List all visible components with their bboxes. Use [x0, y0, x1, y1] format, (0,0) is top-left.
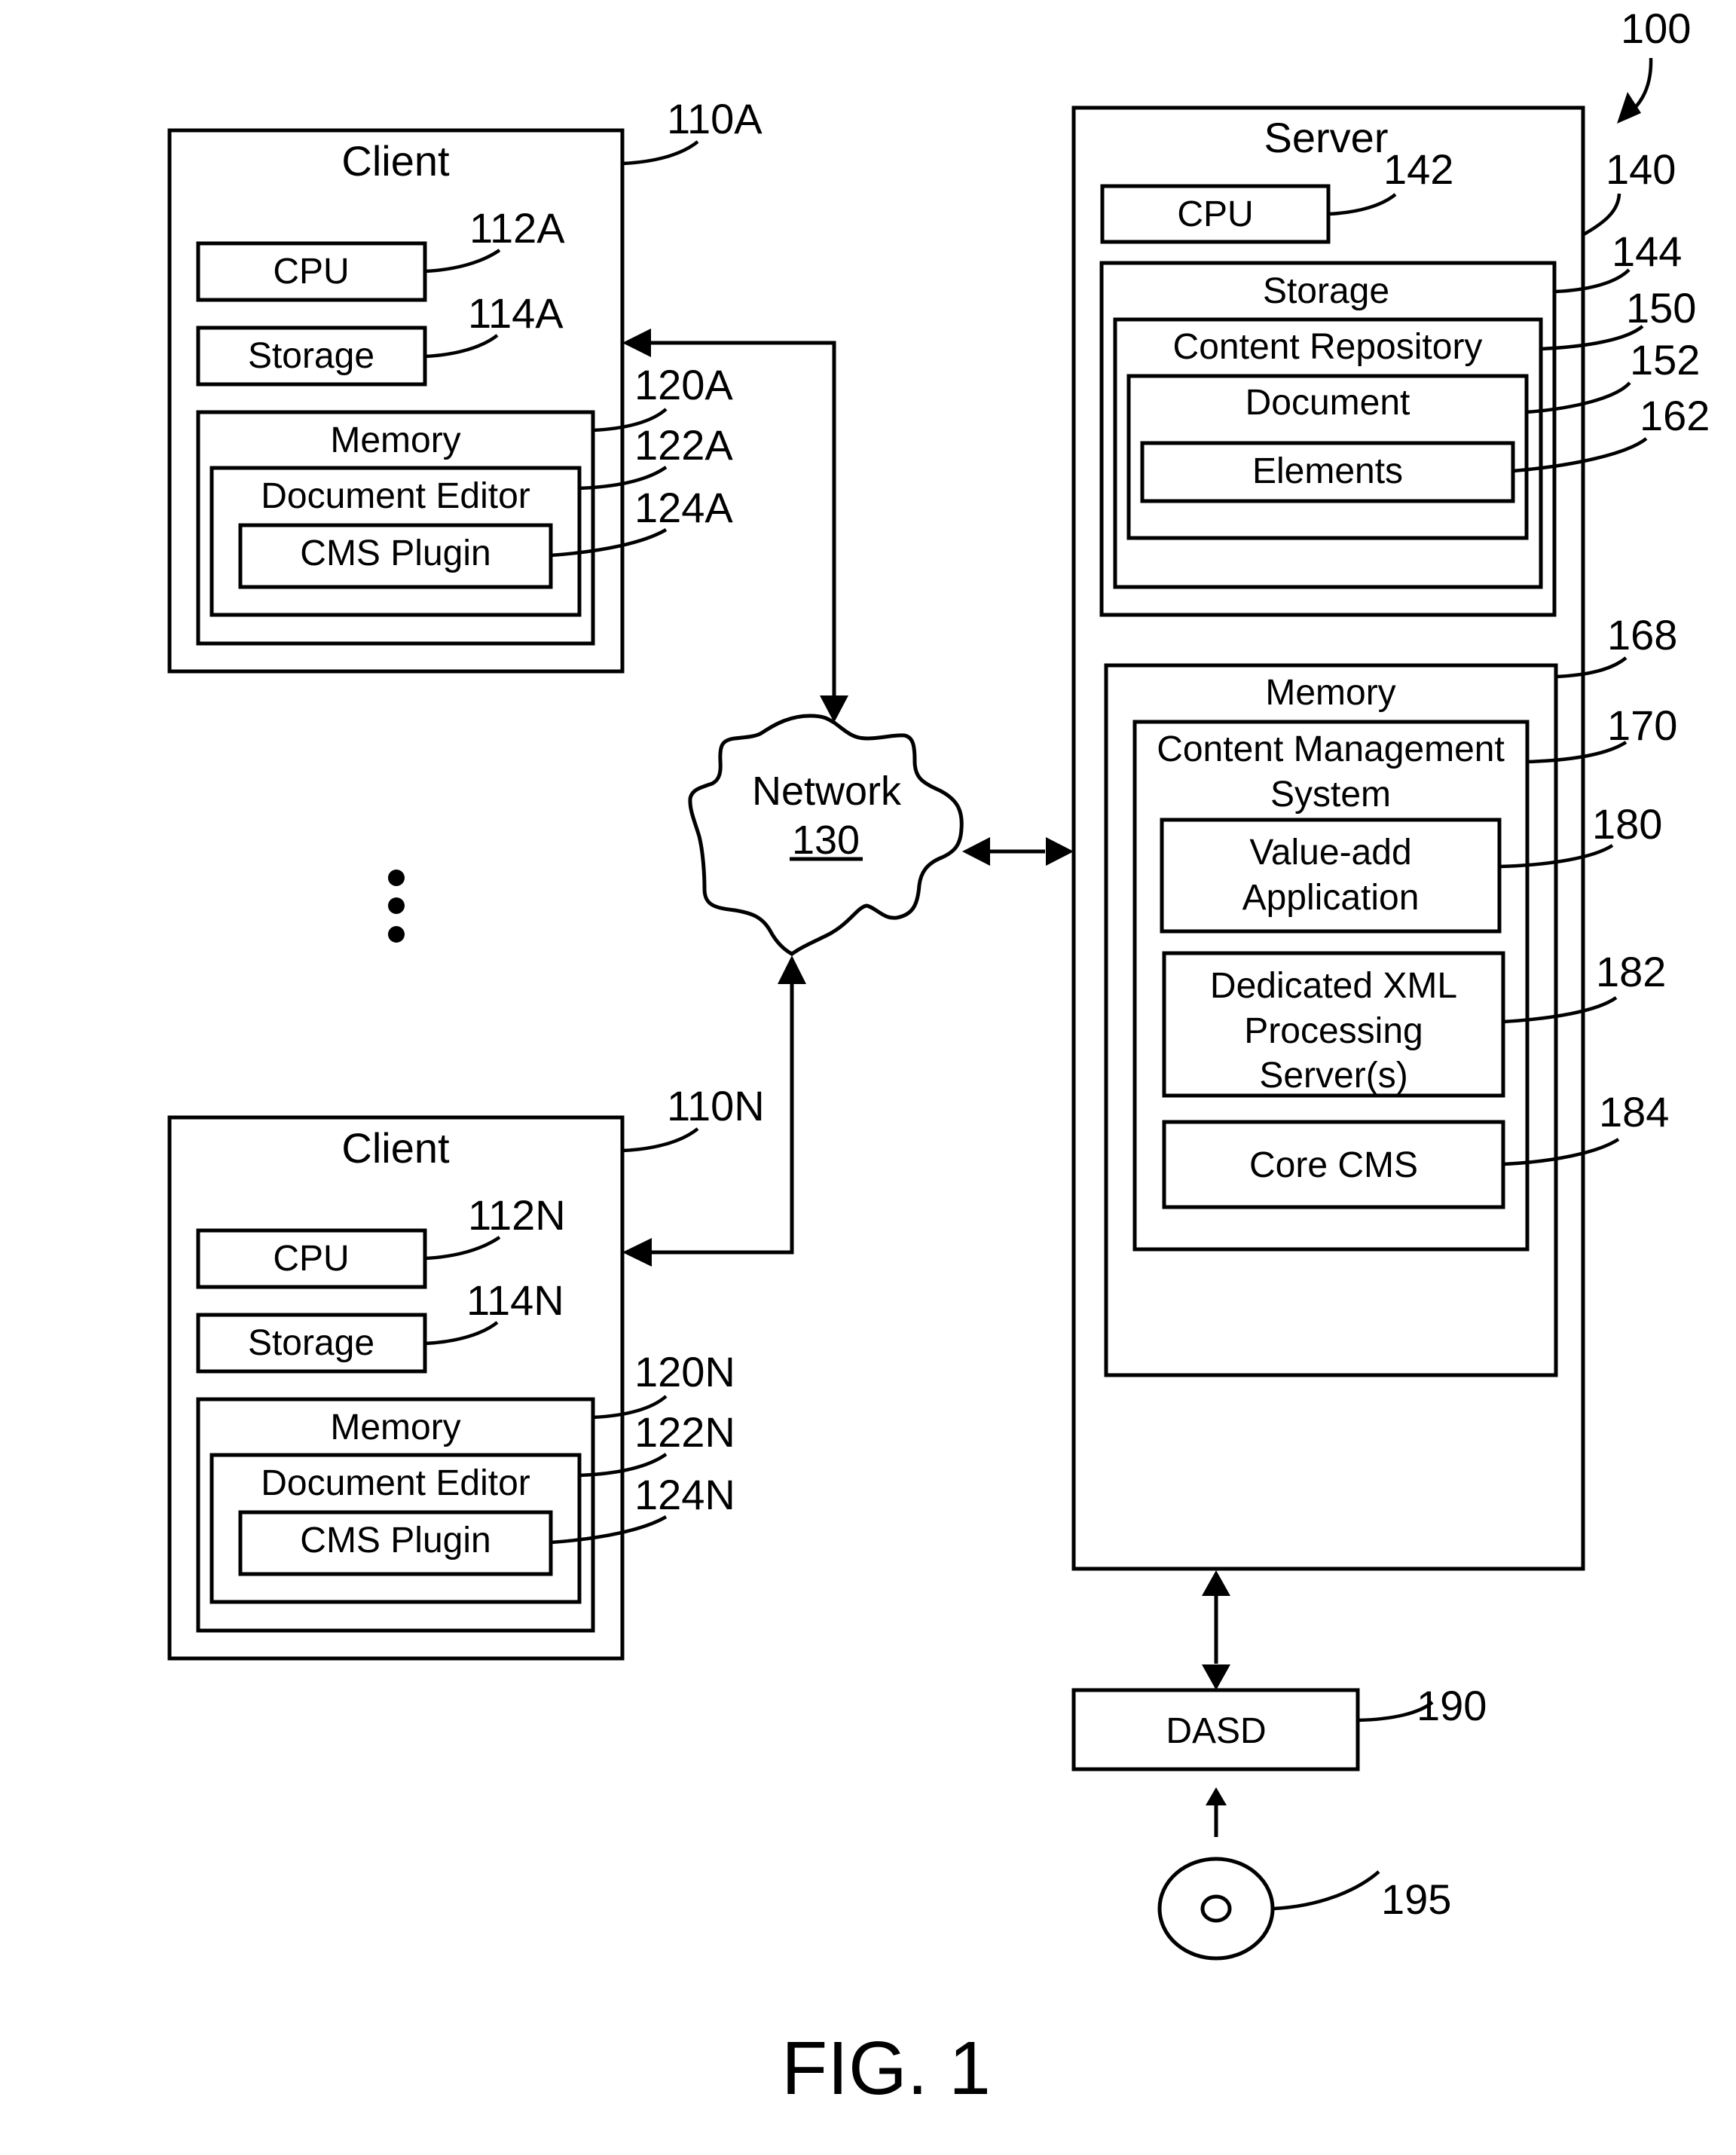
connector-network-server: [962, 837, 1074, 866]
content-repository-ref: 150: [1626, 284, 1696, 332]
media-ref: 195: [1381, 1875, 1451, 1923]
client-a-ref-leader: [622, 140, 699, 166]
dasd: DASD 190: [1071, 1682, 1487, 1771]
system-ref-arrowhead-icon: [1617, 92, 1641, 124]
client-a-cms-plugin-label: CMS Plugin: [300, 533, 491, 573]
system-ref-label: 100: [1621, 5, 1691, 52]
disk-icon: [1157, 1857, 1275, 1961]
xml-servers-label-line2: Processing: [1244, 1011, 1423, 1051]
value-add-label-line2: Application: [1242, 878, 1420, 918]
client-a-storage-ref: 114A: [468, 289, 564, 337]
core-cms-label: Core CMS: [1249, 1145, 1418, 1185]
arrowhead-up-icon: [1206, 1787, 1227, 1805]
client-a-document-editor-ref: 122A: [634, 421, 733, 469]
arrowhead-up-icon: [1202, 1570, 1230, 1596]
client-n-document-editor-label: Document Editor: [261, 1463, 530, 1503]
client-a-storage-label: Storage: [248, 336, 374, 376]
xml-servers-ref: 182: [1596, 948, 1666, 995]
server-ref: 140: [1606, 145, 1676, 193]
document-label: Document: [1245, 383, 1410, 423]
document-ref: 152: [1630, 336, 1700, 384]
arrowhead-left-icon: [962, 837, 990, 866]
arrowhead-down-icon: [1202, 1664, 1230, 1690]
media-ref-leader: [1273, 1870, 1380, 1911]
client-n-ref-leader: [622, 1127, 699, 1153]
connector-server-dasd: [1202, 1570, 1230, 1690]
client-n-cms-plugin-ref: 124N: [634, 1471, 735, 1518]
client-n: Client CPU Storage Memory Document Edito…: [167, 1082, 765, 1661]
dasd-label: DASD: [1166, 1711, 1266, 1751]
server-storage-ref: 144: [1612, 228, 1682, 275]
network-label: Network: [752, 769, 902, 814]
network: Network 130: [688, 714, 964, 956]
arrowhead-left-icon: [622, 1238, 652, 1267]
vertical-ellipsis-icon: [388, 870, 405, 943]
client-a-memory-label: Memory: [330, 420, 460, 460]
client-a-title: Client: [341, 137, 450, 185]
media: 195: [1157, 1857, 1451, 1961]
client-a: Client CPU Storage Memory Document Edito…: [167, 95, 763, 674]
client-n-document-editor-ref: 122N: [634, 1408, 735, 1456]
xml-servers-label-line1: Dedicated XML: [1210, 966, 1457, 1006]
client-n-memory-label: Memory: [330, 1408, 460, 1447]
system-diagram: 100 Client CPU Storage Memory Document E…: [167, 5, 1710, 2111]
client-n-ref: 110N: [667, 1082, 765, 1129]
core-cms-ref: 184: [1599, 1088, 1669, 1136]
server-cpu-ref: 142: [1383, 145, 1453, 193]
arrowhead-left-icon: [622, 329, 651, 357]
server: Server CPU Storage Content Repository Do…: [1071, 105, 1710, 1571]
client-n-title: Client: [341, 1124, 450, 1172]
elements-ref: 162: [1640, 392, 1710, 439]
server-storage-label: Storage: [1263, 271, 1389, 311]
xml-servers-label-line3: Server(s): [1259, 1056, 1407, 1096]
client-n-storage-label: Storage: [248, 1323, 374, 1363]
elements-label: Elements: [1252, 451, 1403, 491]
server-cpu-label: CPU: [1177, 194, 1253, 234]
value-add-label-line1: Value-add: [1249, 833, 1411, 873]
client-a-document-editor-label: Document Editor: [261, 476, 530, 516]
cms-label-line2: System: [1270, 775, 1391, 815]
content-repository-label: Content Repository: [1173, 327, 1483, 367]
client-a-cpu-ref: 112A: [469, 204, 565, 252]
client-n-cpu-label: CPU: [273, 1239, 349, 1279]
value-add-ref: 180: [1592, 800, 1662, 848]
server-title: Server: [1264, 114, 1389, 161]
client-n-storage-ref: 114N: [466, 1276, 564, 1324]
cms-label-line1: Content Management: [1157, 729, 1505, 769]
client-a-ref: 110A: [667, 95, 763, 142]
cms-ref: 170: [1607, 702, 1677, 749]
server-memory-ref: 168: [1607, 611, 1677, 659]
client-n-cpu-ref: 112N: [468, 1191, 566, 1239]
client-a-memory-ref: 120A: [634, 361, 733, 408]
client-a-cms-plugin-ref: 124A: [634, 484, 733, 531]
client-n-memory-ref: 120N: [634, 1348, 735, 1395]
client-n-cms-plugin-label: CMS Plugin: [300, 1521, 491, 1560]
arrowhead-up-icon: [778, 955, 806, 984]
arrowhead-right-icon: [1046, 837, 1074, 866]
server-memory-label: Memory: [1265, 673, 1395, 713]
client-a-cpu-label: CPU: [273, 252, 349, 292]
connector-media-dasd: [1206, 1787, 1227, 1837]
figure-caption: FIG. 1: [781, 2026, 991, 2111]
network-ref: 130: [792, 818, 860, 863]
disk-hole-icon: [1200, 1894, 1232, 1923]
